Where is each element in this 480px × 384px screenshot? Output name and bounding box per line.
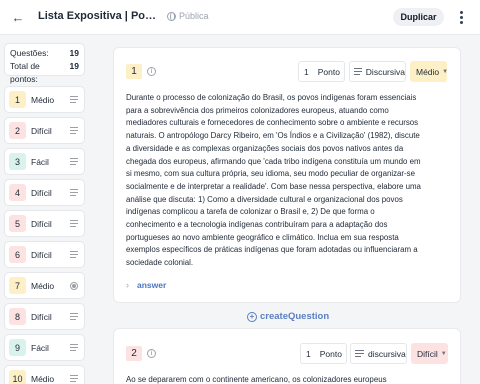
points-value: 1	[306, 348, 311, 359]
difficulty-label: Difícil	[31, 125, 52, 136]
text-lines-icon	[70, 96, 78, 103]
arrow-left-icon[interactable]: ←	[10, 9, 26, 25]
create-question-label: createQuestion	[260, 311, 330, 322]
question-list: 1 Médio 2 Difícil 3 Fácil 4 Difícil 5 Difícil 6 Dif…	[4, 86, 85, 384]
difficulty-label: Difícil	[417, 348, 438, 359]
question-list-item[interactable]: 9 Fácil	[4, 334, 85, 361]
question-number-badge: 9	[9, 339, 26, 356]
question-number-badge: 10	[9, 370, 26, 384]
question-type-select[interactable]: discursiva	[350, 343, 407, 364]
question-number-badge: 6	[9, 246, 26, 263]
points-value: 1	[304, 66, 309, 77]
difficulty-label: Fácil	[31, 342, 49, 353]
question-list-item[interactable]: 10 Médio	[4, 365, 85, 384]
globe-icon	[167, 11, 176, 21]
plus-circle-icon: +	[247, 311, 257, 322]
question-number-badge: 7	[9, 277, 26, 294]
chevron-down-icon: ▼	[442, 68, 449, 75]
chevron-right-icon: ›	[126, 280, 129, 290]
difficulty-label: Médio	[416, 66, 440, 77]
question-number-badge: 1	[9, 91, 26, 108]
app-header: ← Lista Expositiva | Povos Originários P…	[0, 0, 480, 35]
text-lines-icon	[70, 158, 78, 165]
question-list-item[interactable]: 8 Difícil	[4, 303, 85, 330]
points-label: Ponto	[317, 66, 340, 77]
stats-panel: Questões: 19 Total de pontos: 19	[4, 43, 85, 84]
difficulty-label: Médio	[31, 280, 55, 291]
points-input[interactable]: 1 Ponto	[300, 343, 347, 364]
question-list-item[interactable]: 2 Difícil	[4, 117, 85, 144]
question-list-item[interactable]: 1 Médio	[4, 86, 85, 113]
answer-label: answer	[137, 280, 167, 290]
questions-count-value: 19	[69, 48, 79, 58]
difficulty-label: Médio	[31, 94, 55, 105]
info-icon[interactable]: i	[147, 67, 156, 76]
text-lines-icon	[70, 313, 78, 320]
difficulty-select[interactable]: Difícil ▼	[411, 343, 448, 364]
visibility-label: Pública	[179, 11, 209, 21]
question-number-badge: 4	[9, 184, 26, 201]
text-lines-icon	[70, 189, 78, 196]
points-input[interactable]: 1 Ponto	[298, 61, 345, 82]
total-points-value: 19	[69, 61, 79, 71]
question-card: 1 i 1 Ponto Discursiva Médio ▼ Durante o…	[113, 47, 461, 303]
text-lines-icon	[70, 344, 78, 351]
question-list-item[interactable]: 6 Difícil	[4, 241, 85, 268]
question-card: 2 i 1 Ponto discursiva Difícil ▼ Ao se d…	[113, 328, 461, 384]
duplicate-button[interactable]: Duplicar	[393, 8, 444, 26]
radio-icon	[70, 282, 78, 290]
text-lines-icon	[70, 251, 78, 258]
question-number-badge: 8	[9, 308, 26, 325]
difficulty-select[interactable]: Médio ▼	[410, 61, 449, 82]
difficulty-label: Médio	[31, 373, 55, 384]
info-icon[interactable]: i	[147, 349, 156, 358]
text-lines-icon	[354, 68, 362, 75]
difficulty-label: Difícil	[31, 187, 52, 198]
question-list-item[interactable]: 4 Difícil	[4, 179, 85, 206]
more-vertical-icon[interactable]	[457, 9, 465, 25]
page-title: Lista Expositiva | Povos Originários	[38, 10, 160, 22]
chevron-down-icon: ▼	[440, 350, 447, 357]
difficulty-label: Difícil	[31, 218, 52, 229]
question-number-badge: 1	[126, 64, 142, 79]
points-label: Ponto	[319, 348, 342, 359]
visibility-indicator: Pública	[167, 11, 209, 21]
question-number-badge: 3	[9, 153, 26, 170]
total-points-label: Total de pontos:	[10, 61, 40, 84]
questions-count-label: Questões:	[10, 48, 49, 58]
question-number-badge: 2	[9, 122, 26, 139]
question-number-badge: 2	[126, 346, 142, 361]
question-type-label: Discursiva	[365, 66, 405, 77]
difficulty-label: Difícil	[31, 311, 52, 322]
question-text: Ao se depararem com o continente america…	[126, 375, 387, 384]
answer-toggle[interactable]: › answer	[126, 280, 166, 290]
difficulty-label: Fácil	[31, 156, 49, 167]
question-list-item[interactable]: 5 Difícil	[4, 210, 85, 237]
question-list-item[interactable]: 3 Fácil	[4, 148, 85, 175]
difficulty-label: Difícil	[31, 249, 52, 260]
question-number-badge: 5	[9, 215, 26, 232]
create-question-button[interactable]: + createQuestion	[247, 311, 329, 322]
question-type-select[interactable]: Discursiva	[349, 61, 406, 82]
question-type-label: discursiva	[368, 348, 406, 359]
question-text: Durante o processo de colonização do Bra…	[126, 93, 421, 268]
text-lines-icon	[70, 220, 78, 227]
text-lines-icon	[70, 127, 78, 134]
question-list-item[interactable]: 7 Médio	[4, 272, 85, 299]
text-lines-icon	[70, 375, 78, 382]
text-lines-icon	[355, 350, 364, 357]
